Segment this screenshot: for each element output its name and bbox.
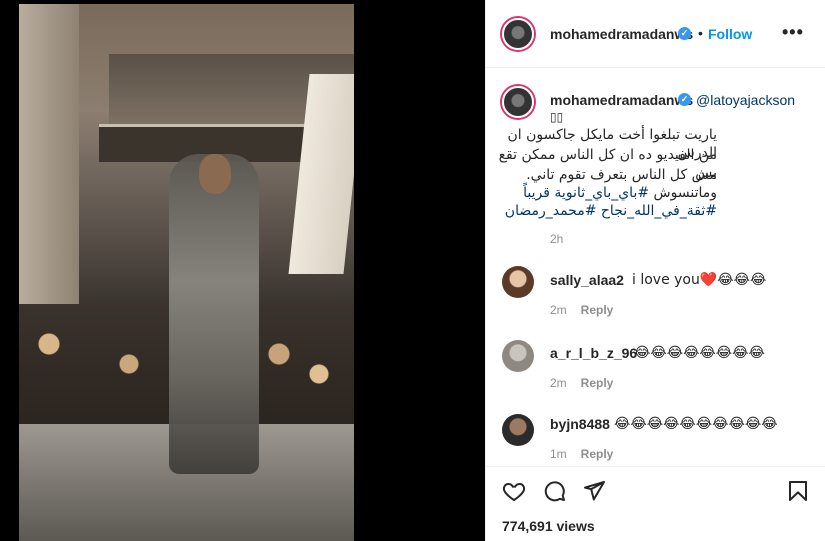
caption-line-3: مش كل الناس بتعرف تقوم تاني.: [526, 167, 717, 183]
bookmark-icon[interactable]: [786, 479, 810, 503]
heart-icon[interactable]: [502, 479, 526, 503]
video-scene-performer: [169, 154, 259, 474]
caption-username[interactable]: mohamedramadanws: [550, 92, 693, 108]
post-header: mohamedramadanws ✓ • Follow •••: [486, 0, 825, 68]
comment-username[interactable]: a_r_l_b_z_96: [550, 345, 637, 361]
caption-hashtags[interactable]: #ثقة_في_الله_نجاح #محمد_رمضان: [477, 202, 717, 220]
comment-meta: 2m Reply: [550, 376, 613, 390]
comment-text: 😂😂😂😂😂😂😂😂: [634, 345, 765, 361]
reply-button[interactable]: Reply: [581, 447, 614, 461]
caption-line-4-text: وماتنسوش: [649, 185, 717, 201]
author-avatar[interactable]: [502, 18, 534, 50]
caption-author-avatar[interactable]: [502, 86, 534, 118]
comment-time[interactable]: 2m: [550, 376, 567, 390]
action-bar: 774,691 views: [486, 466, 825, 541]
view-count[interactable]: 774,691 views: [502, 518, 595, 534]
share-icon[interactable]: [582, 479, 606, 503]
comment-username[interactable]: byjn8488: [550, 416, 610, 432]
follow-button[interactable]: Follow: [708, 26, 752, 42]
post-media: [0, 0, 485, 541]
more-options-icon[interactable]: •••: [782, 22, 804, 43]
comment-text: i love you❤️😂😂😂: [632, 272, 767, 288]
video-scene-performer-head: [199, 154, 231, 194]
caption-mention[interactable]: @latoyajackson: [696, 92, 795, 108]
caption-hashtag[interactable]: #باي_باي_ثانوية قريباً: [523, 185, 649, 201]
reply-button[interactable]: Reply: [581, 303, 614, 317]
comment-username[interactable]: sally_alaa2: [550, 272, 624, 288]
commenter-avatar[interactable]: [502, 414, 534, 446]
verified-badge-icon: ✓: [678, 27, 691, 40]
post-video[interactable]: [19, 4, 354, 541]
comment-icon[interactable]: [542, 479, 566, 503]
video-scene-wall: [19, 4, 79, 304]
reply-button[interactable]: Reply: [581, 376, 614, 390]
post-side-panel: mohamedramadanws ✓ • Follow ••• mohamedr…: [485, 0, 825, 541]
commenter-avatar[interactable]: [502, 266, 534, 298]
author-username[interactable]: mohamedramadanws: [550, 26, 693, 42]
comment-time[interactable]: 1m: [550, 447, 567, 461]
comment-time[interactable]: 2m: [550, 303, 567, 317]
comment-meta: 2m Reply: [550, 303, 613, 317]
caption-emoji-placeholder: ▯▯: [550, 110, 564, 124]
caption-line-4: وماتنسوش #باي_باي_ثانوية قريباً: [477, 184, 717, 202]
verified-badge-icon: ✓: [678, 93, 691, 106]
commenter-avatar[interactable]: [502, 340, 534, 372]
comment-meta: 1m Reply: [550, 447, 613, 461]
separator-dot: •: [698, 25, 703, 41]
caption-timestamp[interactable]: 2h: [550, 232, 563, 246]
comment-text: 😂😂😂😂😂😂😂😂😂😂: [614, 416, 778, 432]
